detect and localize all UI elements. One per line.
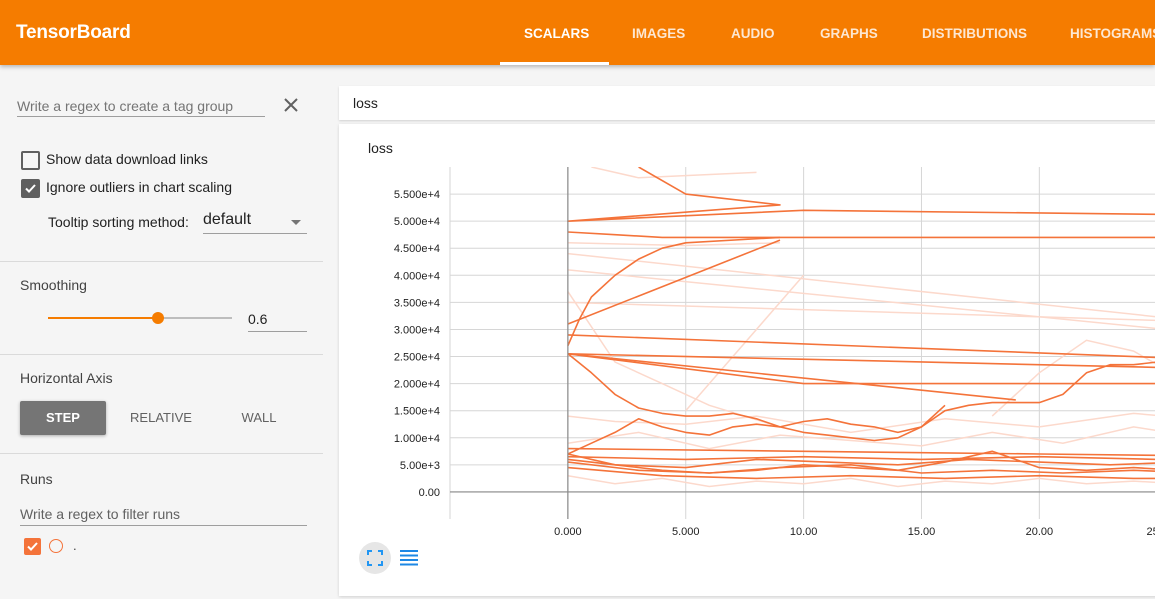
tooltip-sorting-select[interactable]: default — [203, 211, 307, 234]
raw-series-line — [567, 412, 1155, 434]
loss-chart[interactable]: 0.00 5.00e+3 1.000e+4 1.500e+4 2.000e+4 2.500… — [339, 124, 1155, 596]
fullscreen-icon — [367, 550, 383, 566]
smoothed-series-group — [567, 167, 1155, 480]
series-line — [567, 404, 946, 455]
ignore-outliers-checkbox[interactable] — [21, 179, 40, 198]
y-tick-label: 4.000e+4 — [394, 270, 440, 282]
tab-scalars[interactable]: SCALARS — [524, 26, 589, 41]
y-tick-label: 5.500e+4 — [394, 189, 440, 201]
y-tick-label: 2.000e+4 — [394, 379, 440, 391]
x-tick-label: 10.00 — [790, 526, 818, 538]
raw-series-line — [591, 167, 757, 179]
series-line — [567, 455, 1155, 461]
series-line — [567, 447, 1155, 457]
x-tick-label: 15.00 — [908, 526, 936, 538]
x-tick-label: 5.000 — [672, 526, 700, 538]
tab-audio[interactable]: AUDIO — [731, 26, 775, 41]
clear-regex-button[interactable] — [281, 95, 301, 115]
smoothing-title: Smoothing — [20, 277, 87, 293]
section-divider — [0, 261, 323, 262]
series-line — [567, 353, 1016, 401]
tooltip-sorting-value: default — [203, 211, 252, 228]
section-divider — [0, 354, 323, 355]
sidebar: Show data download links Ignore outliers… — [0, 65, 323, 599]
y-tick-label: 1.000e+4 — [394, 433, 440, 445]
axis-relative-button[interactable]: RELATIVE — [118, 401, 204, 435]
active-tab-indicator — [500, 62, 609, 65]
smoothing-slider-handle[interactable] — [152, 312, 165, 324]
y-tick-label: 5.000e+4 — [394, 216, 440, 228]
toggle-legend-button[interactable] — [400, 550, 418, 566]
run-checkbox[interactable] — [24, 538, 41, 555]
smoothing-value-input[interactable]: 0.6 — [248, 309, 307, 332]
show-download-links-label: Show data download links — [46, 151, 208, 167]
checkmark-icon — [25, 184, 36, 193]
tooltip-sorting-label: Tooltip sorting method: — [48, 214, 189, 230]
series-line — [567, 353, 1155, 442]
horizontal-axis-title: Horizontal Axis — [20, 370, 113, 386]
x-tick-labels: 0.000 5.000 10.00 15.00 20.00 25.0 — [554, 526, 1155, 538]
raw-series-line — [567, 474, 1155, 488]
chevron-down-icon — [291, 220, 301, 225]
series-line — [567, 334, 1155, 359]
y-tick-label: 3.500e+4 — [394, 297, 440, 309]
y-tick-label: 2.500e+4 — [394, 352, 440, 364]
axis-wall-button[interactable]: WALL — [216, 401, 302, 435]
y-tick-label: 1.500e+4 — [394, 406, 440, 418]
tab-histograms[interactable]: HISTOGRAMS — [1070, 26, 1155, 41]
fit-domain-button[interactable] — [359, 542, 391, 574]
runs-title: Runs — [20, 471, 53, 487]
y-tick-labels: 0.00 5.00e+3 1.000e+4 1.500e+4 2.000e+4 2.500… — [394, 189, 440, 499]
top-app-bar: TensorBoard SCALARS IMAGES AUDIO GRAPHS … — [0, 0, 1155, 65]
tab-images[interactable]: IMAGES — [632, 26, 685, 41]
series-line — [567, 239, 781, 325]
series-line — [567, 231, 1155, 239]
y-tick-label: 4.500e+4 — [394, 243, 440, 255]
axis-step-button[interactable]: STEP — [20, 401, 106, 435]
x-tick-label: 0.000 — [554, 526, 582, 538]
ignore-outliers-label: Ignore outliers in chart scaling — [46, 179, 232, 195]
x-tick-label: 25.0 — [1147, 526, 1155, 538]
tag-group-header[interactable]: loss — [339, 86, 1155, 120]
run-color-radio[interactable] — [49, 539, 63, 553]
tag-group-name: loss — [353, 95, 378, 111]
tag-group-regex-input[interactable] — [17, 95, 265, 117]
smoothing-value: 0.6 — [248, 311, 268, 327]
list-icon — [400, 550, 418, 566]
x-tick-label: 20.00 — [1026, 526, 1054, 538]
app-title: TensorBoard — [16, 22, 131, 43]
y-tick-label: 5.00e+3 — [400, 460, 440, 472]
y-tick-label: 0.00 — [419, 487, 440, 499]
tab-distributions[interactable]: DISTRIBUTIONS — [922, 26, 1027, 41]
raw-series-line — [567, 301, 1155, 322]
runs-filter-input[interactable] — [20, 502, 307, 526]
checkmark-icon — [27, 542, 38, 551]
tab-graphs[interactable]: GRAPHS — [820, 26, 878, 41]
smoothing-slider-fill — [48, 317, 159, 319]
y-tick-label: 3.000e+4 — [394, 324, 440, 336]
run-name: . — [73, 538, 77, 553]
close-icon — [284, 98, 298, 112]
chart-card: loss 0.00 5.00e+3 1.000e+4 1.500e+4 2.000e+4… — [339, 124, 1155, 596]
series-line — [567, 353, 1155, 385]
section-divider — [0, 453, 323, 454]
show-download-links-checkbox[interactable] — [21, 151, 40, 170]
